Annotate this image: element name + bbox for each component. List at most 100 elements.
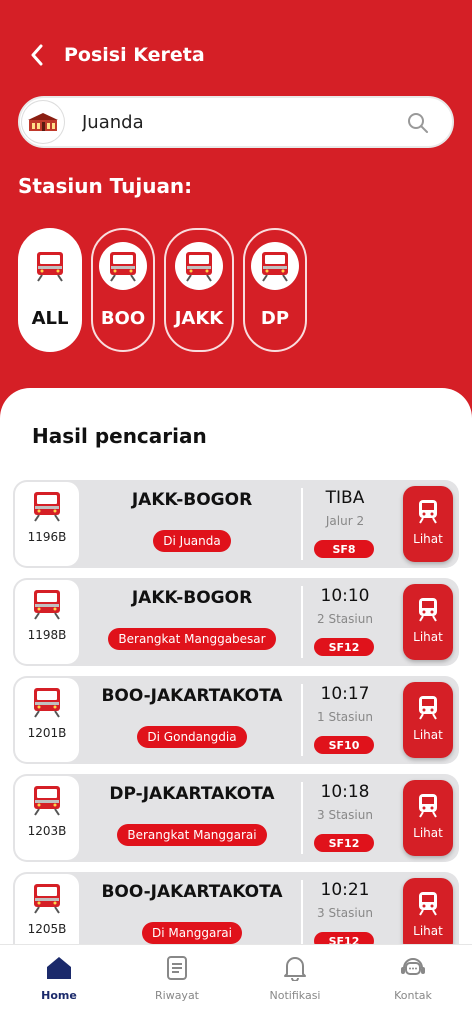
train-number: 1205B <box>27 922 67 936</box>
arrival-sub: 3 Stasiun <box>317 808 373 822</box>
route-name: JAKK-BOGOR <box>131 588 253 608</box>
search-input[interactable] <box>82 111 382 133</box>
support-chat-icon <box>401 958 425 975</box>
bottom-nav: Home Riwayat Notifikasi Kontak <box>0 944 472 1024</box>
view-button-label: Lihat <box>413 532 443 546</box>
train-number: 1203B <box>27 824 67 838</box>
status-badge-wrap: Di Juanda <box>85 530 299 552</box>
home-icon <box>47 957 71 979</box>
train-icon <box>99 242 147 290</box>
view-button[interactable]: Lihat <box>403 780 453 856</box>
route-name: DP-JAKARTAKOTA <box>109 784 275 804</box>
chip-label: JAKK <box>174 308 224 329</box>
train-front-icon <box>419 794 437 818</box>
arrival-time: 10:17 <box>320 684 370 704</box>
status-badge: Di Juanda <box>153 530 231 552</box>
document-icon <box>167 956 187 980</box>
view-button-label: Lihat <box>413 630 443 644</box>
view-button-label: Lihat <box>413 728 443 742</box>
list-item: 1201B BOO-JAKARTAKOTA Di Gondangdia 10:1… <box>13 676 459 764</box>
nav-kontak[interactable]: Kontak <box>354 945 472 1024</box>
nav-label: Notifikasi <box>269 989 321 1002</box>
nav-notifikasi[interactable]: Notifikasi <box>236 945 354 1024</box>
chip-boo[interactable]: BOO <box>91 228 155 352</box>
bell-icon <box>284 957 306 981</box>
view-button[interactable]: Lihat <box>403 584 453 660</box>
arrival-time: TIBA <box>325 488 365 508</box>
station-building-icon <box>22 101 64 143</box>
status-badge-wrap: Berangkat Manggabesar <box>85 628 299 650</box>
chip-label: DP <box>260 308 290 329</box>
formation-badge: SF10 <box>314 736 374 754</box>
view-button[interactable]: Lihat <box>403 486 453 562</box>
train-icon <box>34 786 60 816</box>
formation-badge: SF8 <box>314 540 374 558</box>
nav-label: Home <box>41 989 77 1002</box>
formation-badge: SF12 <box>314 638 374 656</box>
view-button-label: Lihat <box>413 924 443 938</box>
train-number: 1196B <box>27 530 67 544</box>
train-tile: 1198B <box>15 580 79 664</box>
back-button[interactable] <box>22 40 52 70</box>
train-front-icon <box>419 500 437 524</box>
nav-home[interactable]: Home <box>0 945 118 1024</box>
arrival-sub: 3 Stasiun <box>317 906 373 920</box>
arrival-sub: Jalur 2 <box>325 514 365 528</box>
arrival-time: 10:18 <box>320 782 370 802</box>
chevron-left-icon <box>31 44 43 66</box>
chip-dp[interactable]: DP <box>243 228 307 352</box>
train-icon <box>34 884 60 914</box>
status-badge: Berangkat Manggarai <box>117 824 267 846</box>
train-tile: 1203B <box>15 776 79 860</box>
status-badge: Berangkat Manggabesar <box>108 628 276 650</box>
list-item: 1203B DP-JAKARTAKOTA Berangkat Manggarai… <box>13 774 459 862</box>
status-badge: Di Gondangdia <box>137 726 247 748</box>
list-item: 1196B JAKK-BOGOR Di Juanda TIBA Jalur 2 … <box>13 480 459 568</box>
chip-label: BOO <box>100 308 146 329</box>
nav-riwayat[interactable]: Riwayat <box>118 945 236 1024</box>
formation-badge: SF12 <box>314 834 374 852</box>
arrival-sub: 2 Stasiun <box>317 612 373 626</box>
divider <box>301 488 303 560</box>
status-badge-wrap: Di Gondangdia <box>85 726 299 748</box>
route-name: JAKK-BOGOR <box>131 490 253 510</box>
nav-label: Riwayat <box>155 989 199 1002</box>
train-icon <box>34 590 60 620</box>
train-front-icon <box>419 892 437 916</box>
divider <box>301 782 303 854</box>
destination-chips: ALL BOO JAKK DP <box>18 228 307 352</box>
arrival-sub: 1 Stasiun <box>317 710 373 724</box>
search-icon[interactable] <box>406 111 430 135</box>
route-name: BOO-JAKARTAKOTA <box>101 686 283 706</box>
status-badge-wrap: Berangkat Manggarai <box>85 824 299 846</box>
list-item: 1198B JAKK-BOGOR Berangkat Manggabesar 1… <box>13 578 459 666</box>
status-badge: Di Manggarai <box>142 922 242 944</box>
view-button[interactable]: Lihat <box>403 682 453 758</box>
top-bar: Posisi Kereta <box>0 30 472 80</box>
view-button-label: Lihat <box>413 826 443 840</box>
train-number: 1198B <box>27 628 67 642</box>
train-front-icon <box>419 598 437 622</box>
divider <box>301 880 303 952</box>
train-icon <box>34 688 60 718</box>
train-tile: 1196B <box>15 482 79 566</box>
destination-title: Stasiun Tujuan: <box>18 174 193 198</box>
train-tile: 1201B <box>15 678 79 762</box>
arrival-time: 10:10 <box>320 586 370 606</box>
search-bar[interactable] <box>18 96 454 148</box>
chip-label: ALL <box>31 308 69 329</box>
chip-jakk[interactable]: JAKK <box>164 228 234 352</box>
chip-all[interactable]: ALL <box>18 228 82 352</box>
train-number: 1201B <box>27 726 67 740</box>
status-badge-wrap: Di Manggarai <box>85 922 299 944</box>
divider <box>301 684 303 756</box>
train-icon <box>26 242 74 290</box>
results-list: 1196B JAKK-BOGOR Di Juanda TIBA Jalur 2 … <box>13 480 459 970</box>
train-icon <box>251 242 299 290</box>
results-title: Hasil pencarian <box>32 424 207 448</box>
train-icon <box>175 242 223 290</box>
divider <box>301 586 303 658</box>
arrival-time: 10:21 <box>320 880 370 900</box>
view-button[interactable]: Lihat <box>403 878 453 954</box>
route-name: BOO-JAKARTAKOTA <box>101 882 283 902</box>
